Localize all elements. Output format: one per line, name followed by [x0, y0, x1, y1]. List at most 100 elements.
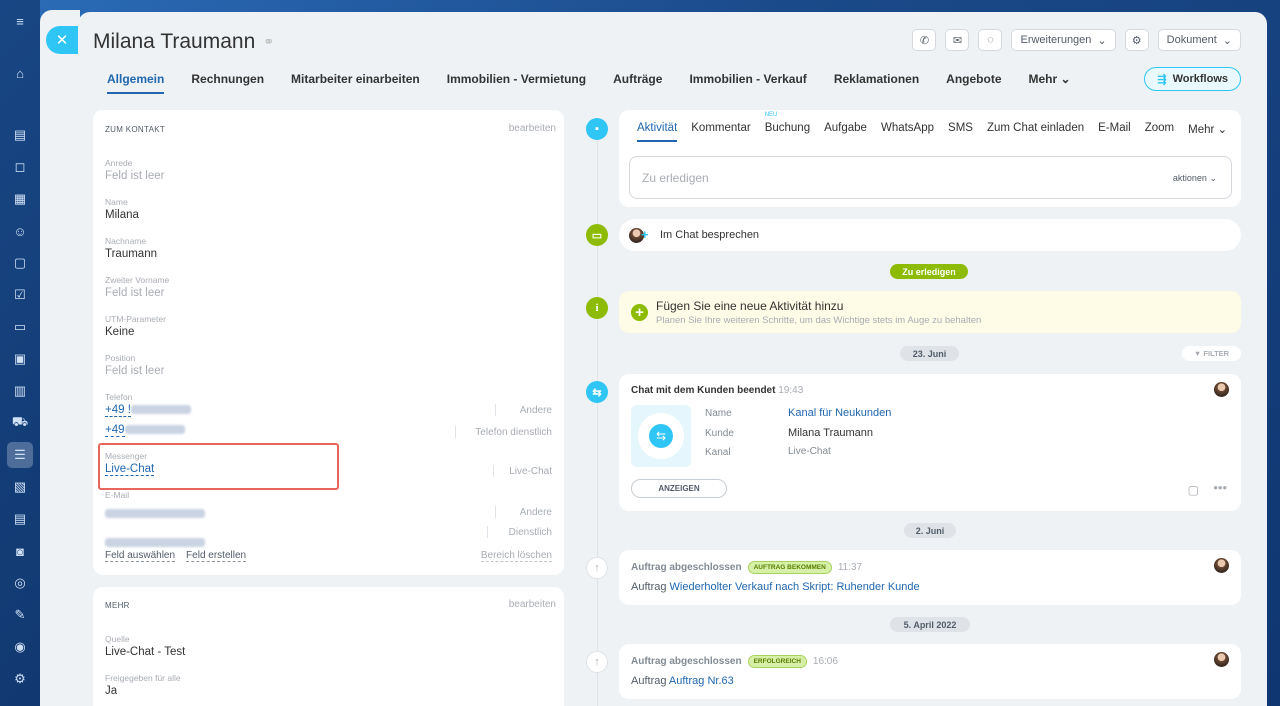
highlight-frame — [98, 443, 339, 490]
create-field-link[interactable]: Feld erstellen — [186, 550, 247, 562]
tab-more[interactable]: Mehr ⌄ — [1029, 72, 1071, 94]
tab-invoices[interactable]: Rechnungen — [191, 72, 264, 94]
calendar-icon[interactable]: ▦ — [11, 190, 29, 208]
phone-type: Andere — [519, 405, 552, 416]
robot-icon[interactable]: ◙ — [11, 542, 29, 560]
channel-link[interactable]: Kanal für Neukunden — [788, 407, 891, 419]
phone-link[interactable]: +49 — [105, 424, 125, 437]
settings-icon[interactable]: ⚙ — [11, 670, 29, 688]
order-title: Auftrag abgeschlossen AUFTRAG BEKOMMEN 11:… — [631, 561, 862, 574]
field-value: Feld ist leer — [105, 287, 165, 299]
tab-more[interactable]: Mehr ⌄ — [1188, 122, 1227, 136]
tab-task[interactable]: Aufgabe — [824, 122, 867, 136]
close-slider-button[interactable]: ✕ — [46, 26, 78, 54]
channel-value: Live-Chat — [788, 446, 831, 457]
support-icon[interactable]: ◉ — [11, 638, 29, 656]
mail-icon[interactable]: ✉ — [945, 29, 970, 51]
contact-center-icon[interactable]: ▧ — [11, 478, 29, 496]
documents-icon[interactable]: ▢ — [11, 254, 29, 272]
tab-comment[interactable]: Kommentar — [691, 122, 750, 136]
workflow-icon: ⇶ — [1157, 73, 1167, 86]
status-badge: AUFTRAG BEKOMMEN — [747, 561, 832, 574]
field-label: UTM-Parameter — [105, 314, 166, 324]
chat-ended-title: Chat mit dem Kunden beendet 19:43 — [631, 385, 803, 396]
workflows-button[interactable]: ⇶ Workflows — [1144, 67, 1241, 91]
tab-email[interactable]: E-Mail — [1098, 122, 1131, 136]
note-icon[interactable]: ▢ — [1188, 483, 1199, 497]
crm-icon[interactable]: ▭ — [11, 318, 29, 336]
field-label: Nachname — [105, 236, 147, 246]
field-name: Name Milana — [105, 197, 139, 221]
tasks-icon[interactable]: ☑ — [11, 286, 29, 304]
phone-icon[interactable]: ✆ — [912, 29, 937, 51]
chat-icon[interactable]: ◻ — [11, 158, 29, 176]
document-button[interactable]: Dokument ⌄ — [1157, 29, 1241, 51]
tab-onboarding[interactable]: Mitarbeiter einarbeiten — [291, 72, 420, 94]
phone-1[interactable]: +49 ! — [105, 404, 191, 417]
home-icon[interactable]: ⌂ — [11, 64, 29, 82]
link-icon[interactable]: ⚭ — [263, 34, 274, 50]
tab-whatsapp[interactable]: WhatsApp — [881, 122, 934, 136]
order-time: 16:06 — [812, 656, 838, 668]
phone-2[interactable]: +49 — [105, 424, 191, 437]
order-link[interactable]: Auftrag Nr.63 — [669, 675, 734, 687]
actions-dropdown[interactable]: aktionen ⌄ — [1173, 173, 1217, 184]
phone-type: Telefon dienstlich — [475, 427, 552, 438]
filter-button[interactable]: ▼ FILTER — [1182, 346, 1241, 361]
tab-orders[interactable]: Aufträge — [613, 72, 662, 94]
row-label: Kanal — [705, 447, 731, 458]
tab-sales[interactable]: Immobilien - Verkauf — [689, 72, 806, 94]
tab-zoom[interactable]: Zoom — [1145, 122, 1174, 136]
extensions-button[interactable]: Erweiterungen ⌄ — [1011, 29, 1116, 51]
gear-icon[interactable]: ⚙ — [1124, 29, 1149, 51]
openlines-icon: ⇆ — [586, 381, 608, 403]
openlines-preview: ⇆ — [631, 405, 691, 467]
field-phone: Telefon +49 ! +49 — [105, 392, 191, 437]
marketing-icon[interactable]: ◎ — [11, 574, 29, 592]
tab-invite-chat[interactable]: Zum Chat einladen — [987, 122, 1084, 136]
menu-icon[interactable]: ≡ — [11, 12, 29, 30]
edit-link[interactable]: bearbeiten — [509, 123, 556, 134]
feed-icon[interactable]: ▤ — [11, 126, 29, 144]
field-utm: UTM-Parameter Keine — [105, 314, 166, 338]
divider — [495, 404, 496, 416]
tab-activity[interactable]: Aktivität — [637, 122, 678, 142]
chevron-down-icon: ⌄ — [1060, 72, 1071, 86]
tab-more-label: Mehr — [1028, 72, 1058, 86]
tab-booking[interactable]: NEU Buchung — [765, 112, 810, 136]
background-page — [40, 10, 80, 706]
new-activity-card[interactable]: + Fügen Sie eine neue Aktivität hinzu Pl… — [619, 291, 1241, 333]
show-button[interactable]: ANZEIGEN — [631, 479, 727, 498]
tab-complaints[interactable]: Reklamationen — [834, 72, 919, 94]
tab-general[interactable]: Allgemein — [107, 72, 165, 94]
clear-section-link[interactable]: Bereich löschen — [480, 550, 552, 562]
chat-discuss-label: Im Chat besprechen — [660, 229, 760, 241]
field-label: Freigegeben für alle — [105, 673, 181, 683]
tab-sms[interactable]: SMS — [948, 122, 973, 136]
sign-icon[interactable]: ✎ — [11, 606, 29, 624]
sites-icon[interactable]: ▣ — [11, 350, 29, 368]
chat-discuss-bar[interactable]: + Im Chat besprechen — [619, 219, 1241, 251]
select-field-link[interactable]: Feld auswählen — [105, 550, 176, 562]
tab-quotes[interactable]: Angebote — [946, 72, 1001, 94]
plus-circle-icon[interactable]: + — [631, 304, 648, 321]
new-activity-title: Fügen Sie eine neue Aktivität hinzu — [656, 299, 844, 313]
tab-rentals[interactable]: Immobilien - Vermietung — [447, 72, 586, 94]
section-header: MEHR — [105, 601, 130, 610]
field-position: Position Feld ist leer — [105, 353, 164, 377]
analytics-icon[interactable]: ▥ — [11, 382, 29, 400]
more-dots-icon[interactable]: ••• — [1213, 480, 1227, 495]
phone-link[interactable]: +49 ! — [105, 404, 131, 417]
workflows-label: Workflows — [1172, 73, 1228, 85]
order-link[interactable]: Wiederholter Verkauf nach Skript: Ruhend… — [670, 581, 920, 593]
row-label: Kunde — [705, 428, 734, 439]
automation-icon[interactable]: ▤ — [11, 510, 29, 528]
edit-link[interactable]: bearbeiten — [509, 599, 556, 610]
field-label: Anrede — [105, 158, 133, 168]
shop-icon[interactable]: ⛟ — [11, 414, 29, 432]
date-pill: 2. Juni — [904, 523, 956, 538]
groups-icon[interactable]: ☺ — [11, 222, 29, 240]
todo-input[interactable]: Zu erledigen aktionen ⌄ — [629, 156, 1232, 199]
filter-icon[interactable]: ☰ — [7, 442, 33, 468]
chat-bubble-icon[interactable]: ◌ — [978, 29, 1003, 51]
